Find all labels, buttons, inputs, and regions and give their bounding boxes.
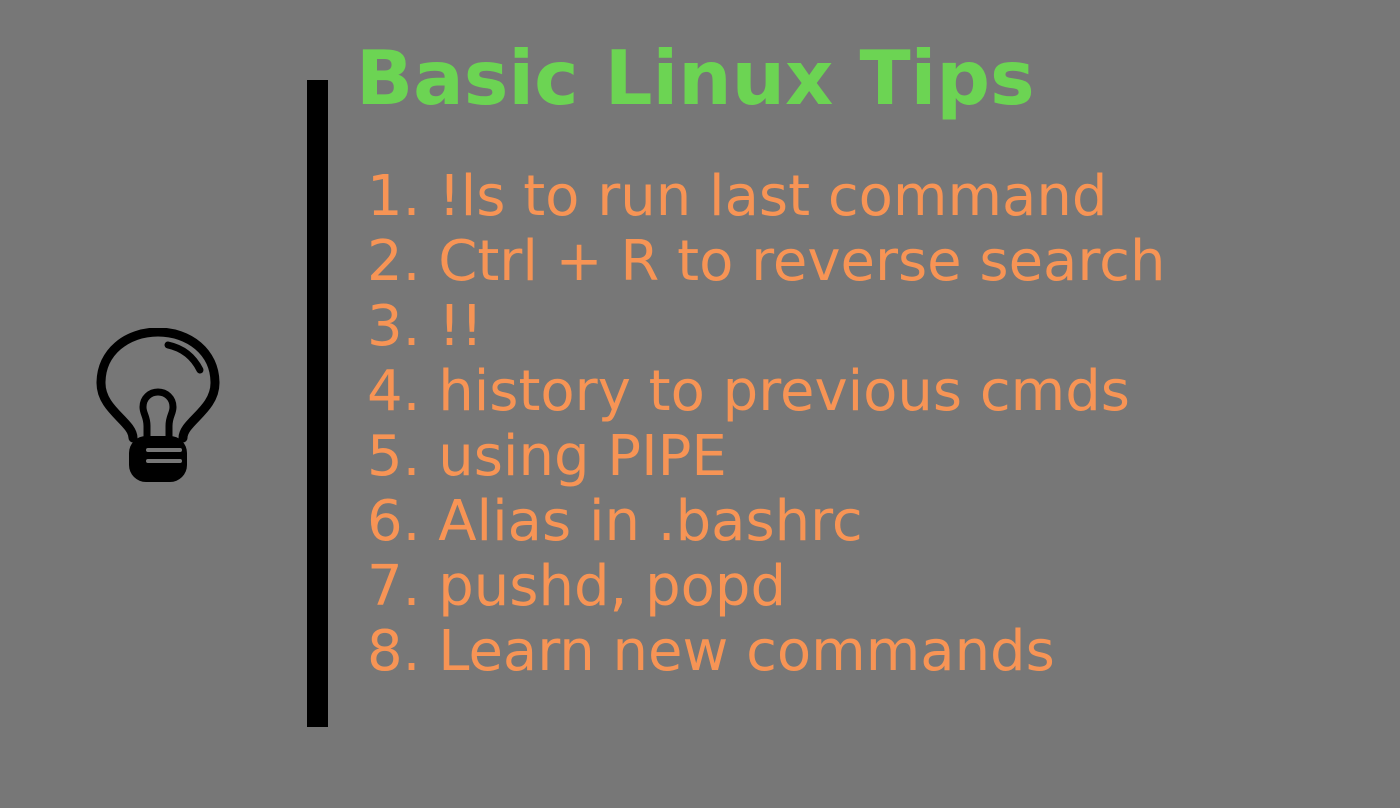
tip-item: 3. !!: [367, 294, 484, 359]
tip-item: 4. history to previous cmds: [367, 359, 1130, 424]
tip-item: 7. pushd, popd: [367, 554, 786, 619]
page-title: Basic Linux Tips: [356, 34, 1035, 122]
tip-item: 1. !ls to run last command: [367, 164, 1108, 229]
vertical-divider: [307, 80, 328, 727]
tips-list: 1. !ls to run last command 2. Ctrl + R t…: [367, 164, 1165, 684]
tip-item: 8. Learn new commands: [367, 619, 1055, 684]
lightbulb-icon: [96, 327, 220, 492]
tip-item: 2. Ctrl + R to reverse search: [367, 229, 1166, 294]
tip-item: 5. using PIPE: [367, 424, 727, 489]
tip-item: 6. Alias in .bashrc: [367, 489, 863, 554]
